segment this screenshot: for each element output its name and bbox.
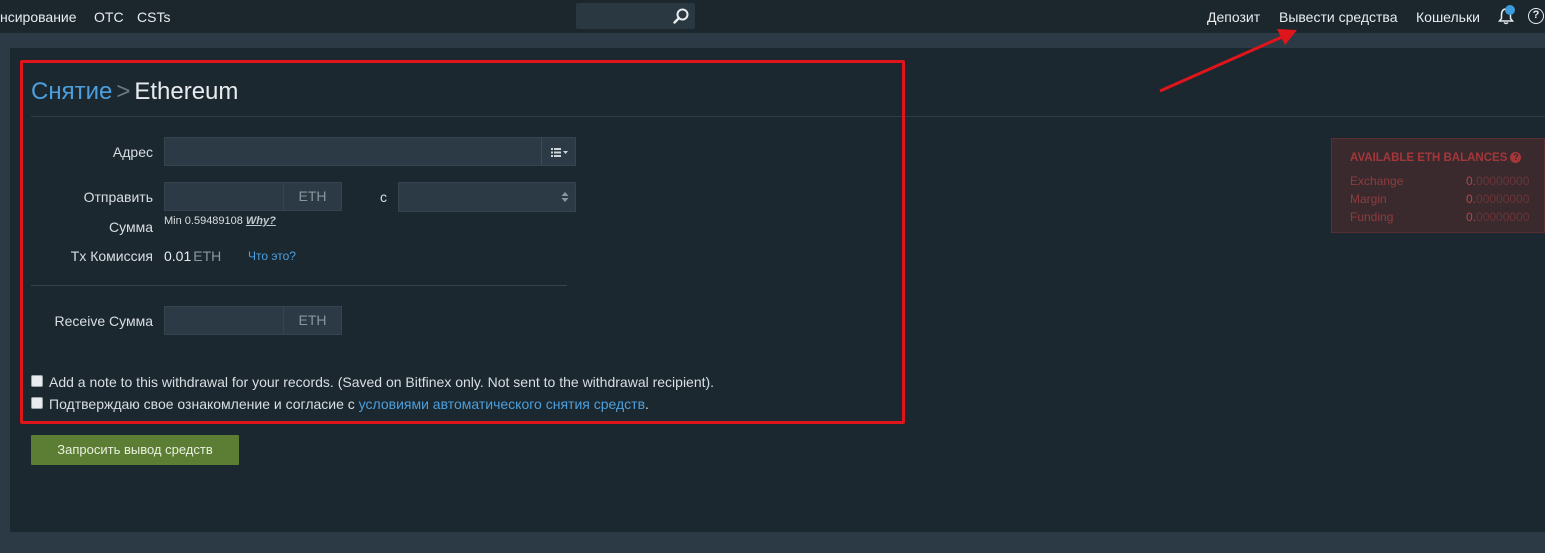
send-amount-label-line1: Отправить xyxy=(83,189,153,205)
address-label: Адрес xyxy=(112,144,153,160)
terms-text: Подтверждаю свое ознакомление и согласие… xyxy=(49,396,359,412)
nav-deposit-link[interactable]: Депозит xyxy=(1207,9,1260,25)
send-currency-addon: ETH xyxy=(283,182,342,211)
send-amount-input[interactable] xyxy=(164,182,284,211)
nav-wallets-link[interactable]: Кошельки xyxy=(1416,9,1480,25)
fee-value: 0.01 ETH xyxy=(164,248,221,264)
fee-amount: 0.01 xyxy=(164,248,192,264)
receive-currency-addon: ETH xyxy=(283,306,342,335)
nav-withdraw-link[interactable]: Вывести средства xyxy=(1279,9,1398,25)
question-circle-icon[interactable]: ? xyxy=(1510,152,1522,163)
breadcrumb-withdraw-link[interactable]: Снятие xyxy=(31,78,112,105)
minimum-amount-value: Min 0.59489108 xyxy=(164,215,243,227)
balance-label: Exchange xyxy=(1350,174,1404,188)
balance-label: Funding xyxy=(1350,210,1394,224)
divider xyxy=(31,116,1545,117)
terms-checkbox-label: Подтверждаю свое ознакомление и согласие… xyxy=(49,396,649,412)
balances-title-text: AVAILABLE ETH BALANCES xyxy=(1350,152,1508,164)
balances-title: AVAILABLE ETH BALANCES? xyxy=(1350,152,1522,164)
address-book-button[interactable] xyxy=(541,137,576,166)
address-input[interactable] xyxy=(164,137,542,166)
balance-value: 0.00000000 xyxy=(1466,174,1530,188)
fee-help-link[interactable]: Что это? xyxy=(248,249,296,263)
balance-value: 0.00000000 xyxy=(1466,192,1530,206)
request-withdrawal-button[interactable]: Запросить вывод средств xyxy=(31,435,239,465)
note-checkbox[interactable] xyxy=(31,375,43,387)
breadcrumb: Снятие > Ethereum xyxy=(31,78,238,106)
search-input[interactable] xyxy=(576,3,695,29)
balance-row: Funding 0.00000000 xyxy=(1350,210,1540,224)
breadcrumb-current: Ethereum xyxy=(134,78,239,105)
breadcrumb-separator: > xyxy=(116,78,131,105)
from-wallet-select[interactable] xyxy=(398,182,576,212)
search-icon[interactable] xyxy=(672,7,690,25)
terms-checkbox[interactable] xyxy=(31,397,43,409)
top-navigation-bar: нсирование OTC CSTs Депозит Вывести сред… xyxy=(0,0,1545,34)
balance-row: Exchange 0.00000000 xyxy=(1350,174,1540,188)
why-link[interactable]: Why? xyxy=(246,215,276,227)
divider xyxy=(31,285,567,286)
eth-balances-panel: AVAILABLE ETH BALANCES? Exchange 0.00000… xyxy=(1331,138,1545,233)
notification-badge xyxy=(1505,5,1515,15)
fee-unit: ETH xyxy=(193,248,222,264)
terms-link[interactable]: условиями автоматического снятия средств xyxy=(359,396,645,412)
main-panel xyxy=(10,48,1545,532)
note-checkbox-label: Add a note to this withdrawal for your r… xyxy=(49,374,715,390)
receive-amount-input[interactable] xyxy=(164,306,284,335)
send-amount-label-line2: Сумма xyxy=(109,219,153,235)
terms-period: . xyxy=(645,396,649,412)
list-icon xyxy=(551,148,568,157)
help-icon[interactable]: ? xyxy=(1528,8,1544,24)
select-arrows-icon xyxy=(561,192,569,202)
balance-value: 0.00000000 xyxy=(1466,210,1530,224)
fee-label: Tx Комиссия xyxy=(70,248,153,264)
minimum-amount-text: Min 0.59489108 Why? xyxy=(164,215,276,227)
receive-amount-label: Receive Сумма xyxy=(54,313,153,329)
from-wallet-label: с xyxy=(380,189,387,205)
nav-item-otc[interactable]: OTC xyxy=(94,9,124,25)
balance-row: Margin 0.00000000 xyxy=(1350,192,1540,206)
nav-item-financing[interactable]: нсирование xyxy=(0,9,77,25)
balance-label: Margin xyxy=(1350,192,1387,206)
nav-item-csts[interactable]: CSTs xyxy=(137,9,170,25)
